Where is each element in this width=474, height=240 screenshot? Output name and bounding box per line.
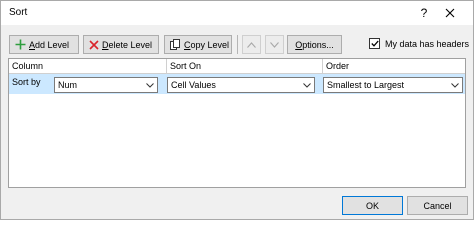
delete-icon [89, 39, 99, 50]
chevron-down-icon [302, 82, 311, 88]
order-dropdown-arrow[interactable] [448, 79, 461, 91]
sort-dialog: Sort ? Add Level Delete Level Copy Level [0, 0, 474, 220]
dialog-title: Sort [9, 7, 28, 18]
column-select[interactable]: Num [54, 77, 158, 93]
down-arrow-icon [270, 41, 279, 48]
chevron-down-icon [450, 82, 459, 88]
headers-checkbox[interactable] [369, 38, 380, 49]
copy-icon [170, 39, 180, 50]
column-dropdown-arrow[interactable] [143, 79, 156, 91]
ok-label: OK [365, 200, 379, 211]
sort-on-header: Sort On [170, 61, 202, 71]
cancel-button[interactable]: Cancel [407, 196, 468, 215]
options-button[interactable]: Options... [287, 35, 342, 54]
title-bar: Sort ? [1, 1, 473, 25]
move-down-button[interactable] [265, 35, 284, 54]
sort-levels-grid: Column Sort On Order Sort by Num Cell Va… [8, 58, 466, 188]
checkmark-icon [370, 40, 379, 47]
headers-checkbox-row[interactable]: My data has headers [369, 38, 469, 49]
options-label: Options... [295, 39, 334, 50]
cancel-label: Cancel [423, 200, 452, 211]
order-select[interactable]: Smallest to Largest [323, 77, 463, 93]
close-icon [445, 8, 455, 18]
sort-by-label: Sort by [12, 77, 41, 87]
sort-on-select-value: Cell Values [171, 80, 216, 90]
help-button[interactable]: ? [411, 3, 437, 23]
copy-level-button[interactable]: Copy Level [164, 35, 232, 54]
move-up-button[interactable] [242, 35, 261, 54]
headers-label: My data has headers [385, 38, 470, 49]
ok-button[interactable]: OK [342, 196, 403, 215]
help-label: ? [420, 6, 428, 20]
add-level-label: Add Level [29, 39, 70, 50]
order-select-value: Smallest to Largest [327, 80, 405, 90]
delete-level-label: Delete Level [102, 39, 153, 50]
sort-on-dropdown-arrow[interactable] [300, 79, 313, 91]
delete-level-button[interactable]: Delete Level [83, 35, 159, 54]
column-select-value: Num [58, 80, 78, 90]
up-arrow-icon [247, 41, 256, 48]
close-button[interactable] [437, 3, 463, 23]
column-header: Column [12, 61, 44, 71]
toolbar-separator [237, 35, 238, 54]
copy-level-label: Copy Level [184, 39, 230, 50]
add-icon [15, 39, 26, 50]
chevron-down-icon [145, 82, 154, 88]
add-level-button[interactable]: Add Level [9, 35, 79, 54]
sort-on-select[interactable]: Cell Values [167, 77, 315, 93]
order-header: Order [326, 61, 350, 71]
